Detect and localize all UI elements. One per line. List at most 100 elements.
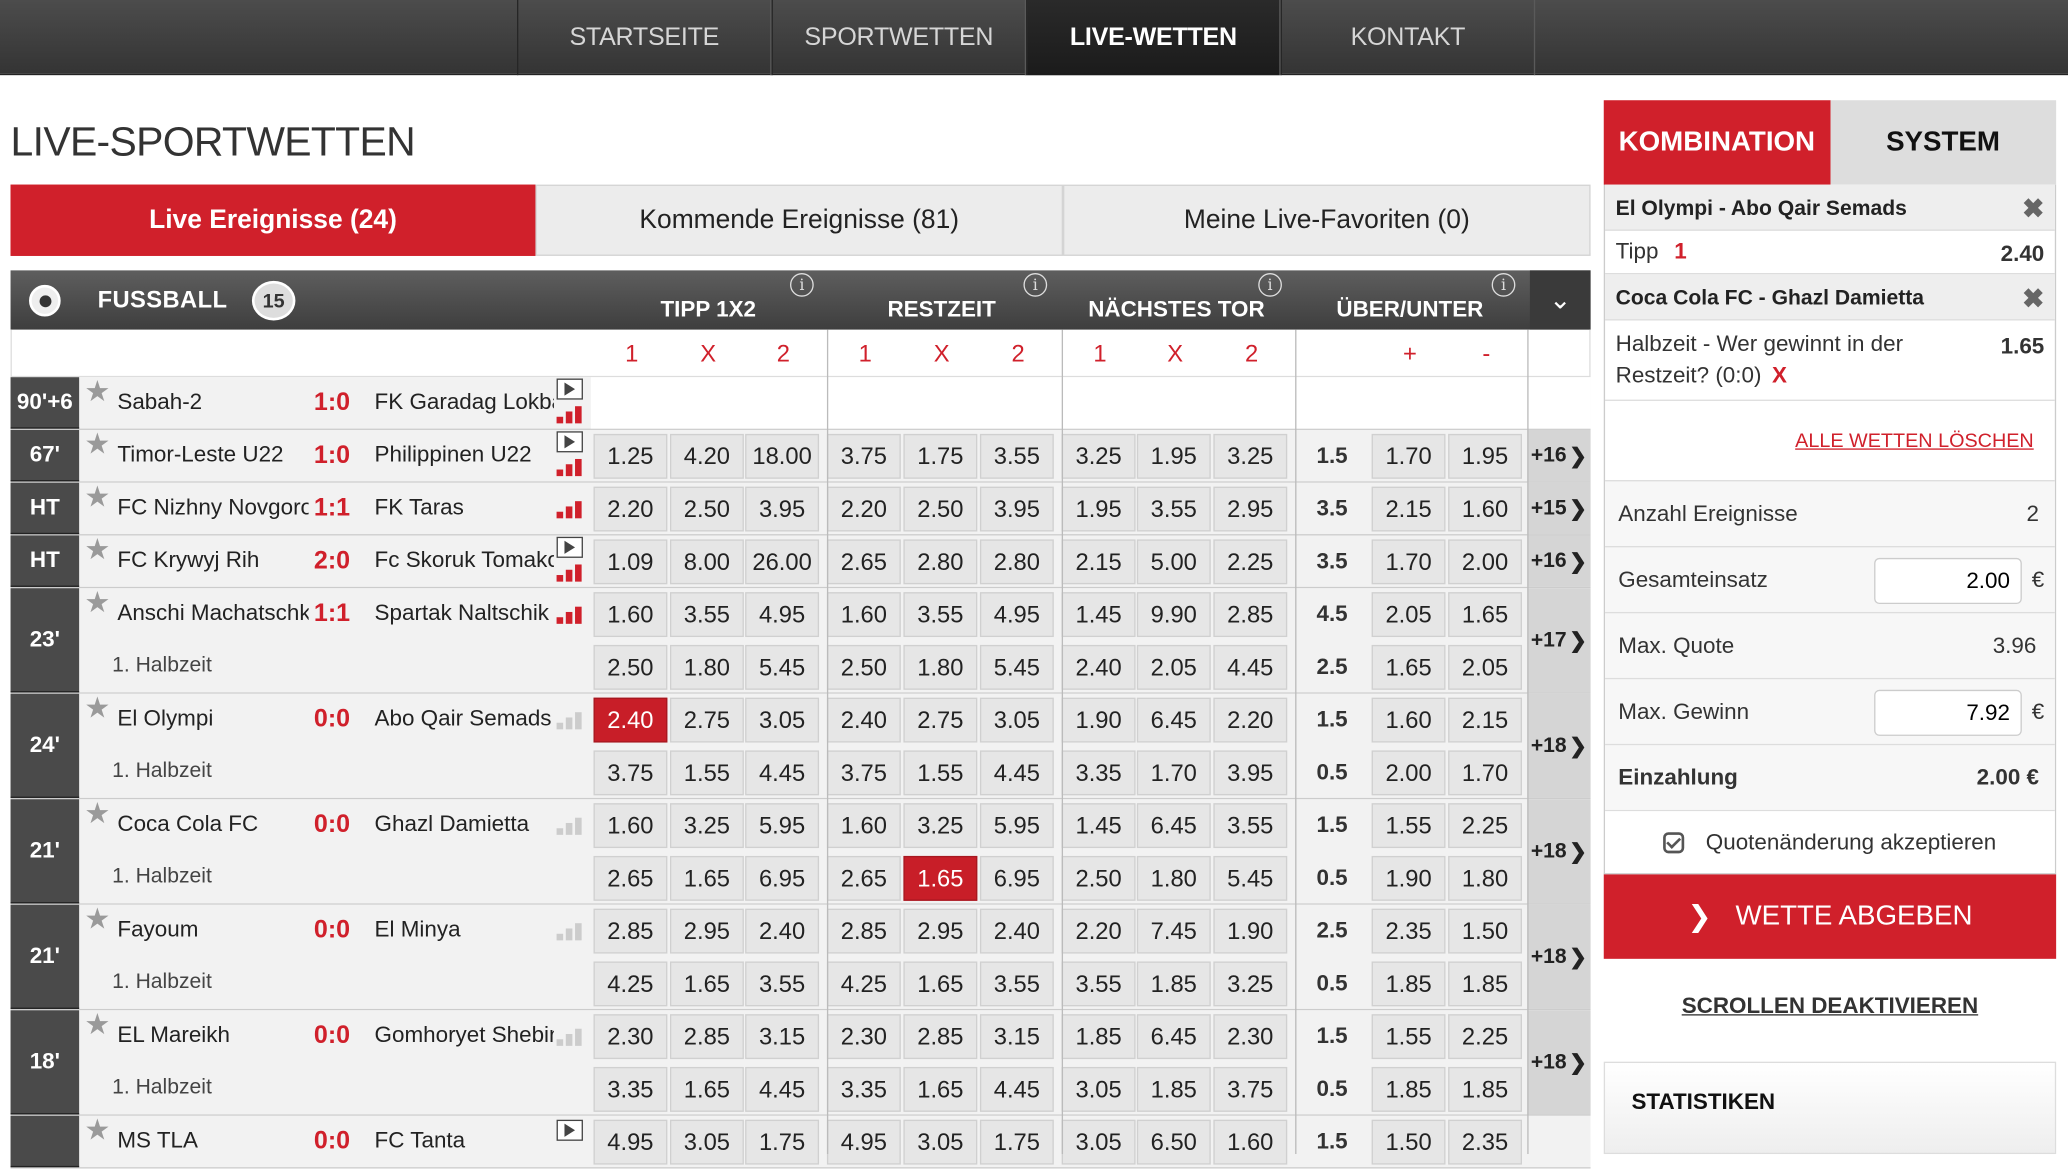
odds-button[interactable]: 1.95 [1448, 433, 1522, 479]
odds-button[interactable]: 3.35 [1061, 750, 1136, 796]
stats-icon[interactable] [556, 922, 586, 941]
odds-button[interactable]: 2.00 [1371, 750, 1446, 796]
odds-button[interactable]: 7.45 [1136, 908, 1211, 954]
odds-button[interactable]: 3.55 [979, 433, 1054, 479]
odds-button[interactable]: 4.95 [979, 592, 1054, 638]
odds-button[interactable]: 1.65 [1371, 644, 1446, 690]
odds-button[interactable]: 2.85 [1213, 592, 1288, 638]
odds-button[interactable]: 3.05 [1061, 1066, 1136, 1112]
tab-live-favoriten[interactable]: Meine Live-Favoriten (0) [1063, 184, 1591, 256]
odds-button[interactable]: 2.40 [979, 908, 1054, 954]
odds-button[interactable]: 2.65 [593, 855, 668, 901]
odds-button[interactable]: 4.45 [979, 750, 1054, 796]
nav-live-wetten[interactable]: LIVE-WETTEN [1026, 0, 1281, 76]
more-markets-button[interactable]: +17 ❯ [1527, 588, 1591, 693]
odds-button[interactable]: 3.55 [1213, 803, 1288, 849]
stats-icon[interactable] [556, 605, 586, 624]
star-icon[interactable]: ★ [84, 427, 110, 461]
odds-button[interactable]: 2.05 [1371, 592, 1446, 638]
odds-button[interactable]: 1.85 [1136, 961, 1211, 1007]
odds-button[interactable]: 2.65 [826, 539, 901, 585]
odds-button[interactable]: 1.55 [669, 750, 744, 796]
odds-button[interactable]: 2.50 [903, 486, 978, 532]
odds-button[interactable]: 1.95 [1136, 433, 1211, 479]
odds-button[interactable]: 1.70 [1371, 539, 1446, 585]
odds-button[interactable]: 26.00 [745, 539, 820, 585]
odds-button[interactable]: 2.05 [1448, 644, 1522, 690]
odds-button[interactable]: 3.95 [979, 486, 1054, 532]
stats-icon[interactable] [556, 500, 586, 519]
odds-button[interactable]: 3.95 [745, 486, 820, 532]
more-markets-button[interactable]: +16 ❯ [1527, 535, 1591, 587]
odds-button[interactable]: 1.55 [903, 750, 978, 796]
play-icon[interactable] [556, 378, 583, 400]
odds-button[interactable]: 1.55 [1371, 1014, 1446, 1060]
odds-button[interactable]: 6.45 [1136, 697, 1211, 743]
away-team[interactable]: El Minya [375, 917, 554, 943]
odds-button[interactable]: 3.25 [903, 803, 978, 849]
away-team[interactable]: Philippinen U22 [375, 442, 554, 468]
odds-button[interactable]: 2.05 [1136, 644, 1211, 690]
odds-button[interactable]: 4.95 [745, 592, 820, 638]
odds-button[interactable]: 2.20 [826, 486, 901, 532]
odds-button[interactable]: 1.45 [1061, 592, 1136, 638]
stats-icon[interactable] [556, 563, 586, 582]
odds-button[interactable]: 5.45 [745, 644, 820, 690]
info-icon[interactable]: i [1491, 273, 1516, 297]
away-team[interactable]: FC Tanta [375, 1128, 554, 1154]
odds-button[interactable]: 3.35 [593, 1066, 668, 1112]
home-team[interactable]: Fayoum [117, 917, 308, 943]
checkbox-icon[interactable] [1663, 831, 1685, 853]
odds-button[interactable]: 2.30 [826, 1014, 901, 1060]
odds-button[interactable]: 1.80 [903, 644, 978, 690]
more-markets-button[interactable]: +16 ❯ [1527, 429, 1591, 482]
odds-button[interactable]: 6.50 [1136, 1119, 1211, 1165]
odds-button[interactable]: 1.60 [826, 592, 901, 638]
odds-button[interactable]: 2.85 [826, 908, 901, 954]
odds-button[interactable]: 1.60 [1213, 1119, 1288, 1165]
odds-button[interactable]: 2.00 [1448, 539, 1522, 585]
delete-all-bets-link[interactable]: ALLE WETTEN LÖSCHEN [1795, 429, 2034, 451]
odds-button[interactable]: 2.95 [903, 908, 978, 954]
home-team[interactable]: Anschi Machatschkala [117, 600, 308, 626]
odds-button[interactable]: 1.70 [1448, 750, 1522, 796]
away-team[interactable]: Gomhoryet Shebin [375, 1022, 554, 1048]
home-team[interactable]: MS TLA [117, 1128, 308, 1154]
star-icon[interactable]: ★ [84, 797, 110, 831]
odds-button[interactable]: 1.60 [1448, 486, 1522, 532]
nav-sportwetten[interactable]: SPORTWETTEN [771, 0, 1027, 76]
star-icon[interactable]: ★ [84, 1008, 110, 1042]
submit-bet-button[interactable]: ❯ WETTE ABGEBEN [1603, 874, 2057, 959]
odds-button[interactable]: 4.95 [593, 1119, 668, 1165]
odds-button[interactable]: 1.60 [1371, 697, 1446, 743]
odds-button[interactable]: 3.55 [669, 592, 744, 638]
odds-button[interactable]: 1.75 [745, 1119, 820, 1165]
more-markets-button[interactable]: +18 ❯ [1527, 904, 1591, 1009]
home-team[interactable]: EL Mareikh [117, 1022, 308, 1048]
odds-button[interactable]: 2.65 [826, 855, 901, 901]
play-icon[interactable] [556, 431, 583, 453]
odds-button[interactable]: 1.65 [669, 855, 744, 901]
odds-button[interactable]: 3.25 [1213, 433, 1288, 479]
odds-button[interactable]: 1.50 [1371, 1119, 1446, 1165]
odds-button[interactable]: 2.30 [1213, 1014, 1288, 1060]
odds-button[interactable]: 1.85 [1448, 1066, 1522, 1112]
odds-button[interactable]: 2.95 [669, 908, 744, 954]
odds-button[interactable]: 2.40 [1061, 644, 1136, 690]
more-markets-button[interactable]: +18 ❯ [1527, 1010, 1591, 1115]
odds-button[interactable]: 1.90 [1061, 697, 1136, 743]
odds-button[interactable]: 5.95 [979, 803, 1054, 849]
away-team[interactable]: Spartak Naltschik [375, 600, 554, 626]
odds-button[interactable]: 4.45 [1213, 644, 1288, 690]
odds-button[interactable]: 6.95 [979, 855, 1054, 901]
star-icon[interactable]: ★ [84, 375, 110, 409]
away-team[interactable]: Fc Skoruk Tomakovka [375, 547, 554, 573]
odds-button[interactable]: 8.00 [669, 539, 744, 585]
odds-button[interactable]: 4.45 [745, 750, 820, 796]
odds-button[interactable]: 5.45 [1213, 855, 1288, 901]
odds-button[interactable]: 2.95 [1213, 486, 1288, 532]
odds-button[interactable]: 1.65 [903, 961, 978, 1007]
play-icon[interactable] [556, 536, 583, 558]
odds-button[interactable]: 2.80 [903, 539, 978, 585]
odds-button[interactable]: 2.15 [1448, 697, 1522, 743]
